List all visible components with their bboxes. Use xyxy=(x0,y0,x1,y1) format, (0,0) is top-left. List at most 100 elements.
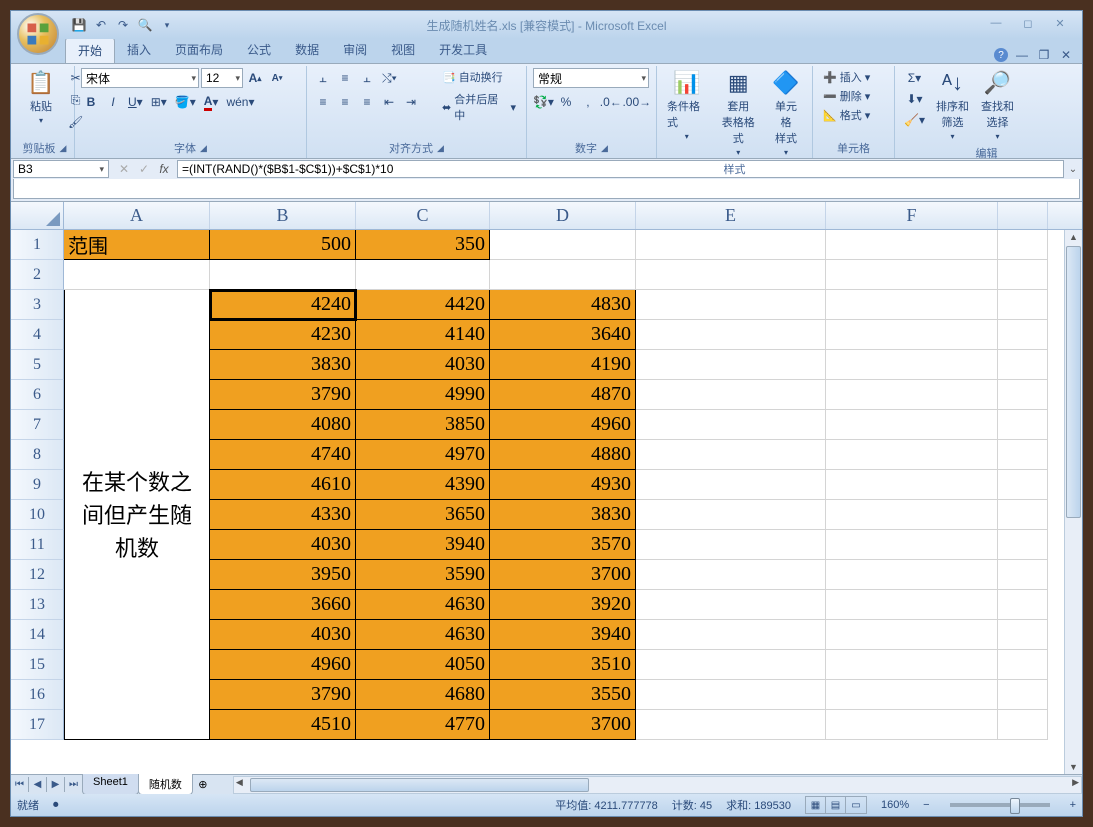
font-name-combo[interactable]: 宋体 xyxy=(81,68,199,88)
cell[interactable] xyxy=(636,440,826,470)
increase-indent-icon[interactable]: ⇥ xyxy=(401,92,421,112)
cell[interactable] xyxy=(490,260,636,290)
cell[interactable] xyxy=(64,260,210,290)
zoom-in-icon[interactable]: + xyxy=(1070,799,1076,811)
row-header[interactable]: 5 xyxy=(11,350,64,380)
cell[interactable]: 3950 xyxy=(210,560,356,590)
cell[interactable] xyxy=(636,410,826,440)
cell[interactable] xyxy=(998,650,1048,680)
cell[interactable] xyxy=(210,260,356,290)
row-header[interactable]: 10 xyxy=(11,500,64,530)
cell[interactable]: 3570 xyxy=(490,530,636,560)
row-header[interactable]: 8 xyxy=(11,440,64,470)
redo-icon[interactable]: ↷ xyxy=(113,15,133,35)
cell[interactable]: 3940 xyxy=(356,530,490,560)
cell[interactable]: 范围 xyxy=(64,230,210,260)
cell[interactable] xyxy=(998,530,1048,560)
increase-decimal-icon[interactable]: .0← xyxy=(600,92,622,112)
cell[interactable]: 3550 xyxy=(490,680,636,710)
border-icon[interactable]: ⊞▾ xyxy=(148,92,170,112)
cell[interactable] xyxy=(826,380,998,410)
row-header[interactable]: 1 xyxy=(11,230,64,260)
cell[interactable] xyxy=(998,620,1048,650)
macro-record-icon[interactable]: ⏺ xyxy=(53,799,59,812)
cell[interactable] xyxy=(826,470,998,500)
cell[interactable] xyxy=(636,650,826,680)
paste-button[interactable]: 📋 粘贴▾ xyxy=(21,68,61,127)
prev-sheet-icon[interactable]: ◀ xyxy=(29,777,47,792)
cell[interactable]: 4880 xyxy=(490,440,636,470)
cell[interactable] xyxy=(998,290,1048,320)
cell[interactable] xyxy=(826,320,998,350)
tab-公式[interactable]: 公式 xyxy=(235,37,283,63)
cell[interactable] xyxy=(826,230,998,260)
cell[interactable] xyxy=(64,710,210,740)
cell[interactable] xyxy=(998,560,1048,590)
cell[interactable]: 3640 xyxy=(490,320,636,350)
align-right-icon[interactable]: ≡ xyxy=(357,92,377,112)
cell[interactable] xyxy=(64,470,210,500)
cell[interactable] xyxy=(64,500,210,530)
dialog-launcher-icon[interactable]: ◢ xyxy=(601,143,608,154)
row-header[interactable]: 16 xyxy=(11,680,64,710)
fill-color-icon[interactable]: 🪣▾ xyxy=(172,92,199,112)
cell[interactable]: 4960 xyxy=(210,650,356,680)
grow-font-icon[interactable]: A▴ xyxy=(245,68,265,88)
cell[interactable] xyxy=(636,350,826,380)
cell[interactable] xyxy=(64,290,210,320)
cell[interactable] xyxy=(998,260,1048,290)
tab-插入[interactable]: 插入 xyxy=(115,37,163,63)
sort-filter-button[interactable]: ᴬ↓排序和 筛选▾ xyxy=(932,68,973,143)
autosum-icon[interactable]: Σ▾ xyxy=(901,68,928,88)
cell[interactable] xyxy=(636,320,826,350)
cell[interactable]: 4240 xyxy=(210,290,356,320)
bold-icon[interactable]: B xyxy=(81,92,101,112)
cell[interactable] xyxy=(998,230,1048,260)
cell[interactable] xyxy=(356,260,490,290)
zoom-slider[interactable] xyxy=(950,803,1050,807)
sheet-tab[interactable]: 随机数 xyxy=(138,774,193,795)
cell[interactable]: 3790 xyxy=(210,680,356,710)
cell[interactable]: 4080 xyxy=(210,410,356,440)
cell[interactable]: 4870 xyxy=(490,380,636,410)
cell[interactable]: 4990 xyxy=(356,380,490,410)
dialog-launcher-icon[interactable]: ◢ xyxy=(437,143,444,154)
row-header[interactable]: 4 xyxy=(11,320,64,350)
row-header[interactable]: 14 xyxy=(11,620,64,650)
cell[interactable]: 4970 xyxy=(356,440,490,470)
cell[interactable]: 4330 xyxy=(210,500,356,530)
cell[interactable] xyxy=(490,230,636,260)
cell[interactable] xyxy=(64,440,210,470)
qat-more-icon[interactable]: ▾ xyxy=(157,15,177,35)
cell[interactable] xyxy=(636,620,826,650)
row-header[interactable]: 15 xyxy=(11,650,64,680)
cell[interactable] xyxy=(64,650,210,680)
cell[interactable]: 4830 xyxy=(490,290,636,320)
tab-页面布局[interactable]: 页面布局 xyxy=(163,37,235,63)
align-top-icon[interactable]: ⫠ xyxy=(313,68,333,88)
cell[interactable] xyxy=(826,260,998,290)
font-color-icon[interactable]: A▾ xyxy=(201,92,222,112)
cell[interactable] xyxy=(64,320,210,350)
row-header[interactable]: 12 xyxy=(11,560,64,590)
number-format-combo[interactable]: 常规 xyxy=(533,68,649,88)
align-left-icon[interactable]: ≡ xyxy=(313,92,333,112)
insert-cells-button[interactable]: ➕插入▾ xyxy=(819,68,874,86)
cell[interactable] xyxy=(826,290,998,320)
cell[interactable]: 4630 xyxy=(356,620,490,650)
cell[interactable] xyxy=(64,410,210,440)
last-sheet-icon[interactable]: ⏭ xyxy=(65,777,83,792)
cell[interactable]: 4420 xyxy=(356,290,490,320)
cell[interactable] xyxy=(998,350,1048,380)
view-buttons[interactable]: ▦ ▤ ▭ xyxy=(805,796,867,814)
cell[interactable]: 3590 xyxy=(356,560,490,590)
cell[interactable] xyxy=(64,620,210,650)
cell[interactable]: 3940 xyxy=(490,620,636,650)
row-header[interactable]: 2 xyxy=(11,260,64,290)
comma-icon[interactable]: , xyxy=(578,92,598,112)
cell[interactable] xyxy=(826,350,998,380)
first-sheet-icon[interactable]: ⏮ xyxy=(11,777,29,792)
cell[interactable] xyxy=(826,530,998,560)
mdi-close-icon[interactable]: ✕ xyxy=(1058,47,1074,63)
row-header[interactable]: 17 xyxy=(11,710,64,740)
